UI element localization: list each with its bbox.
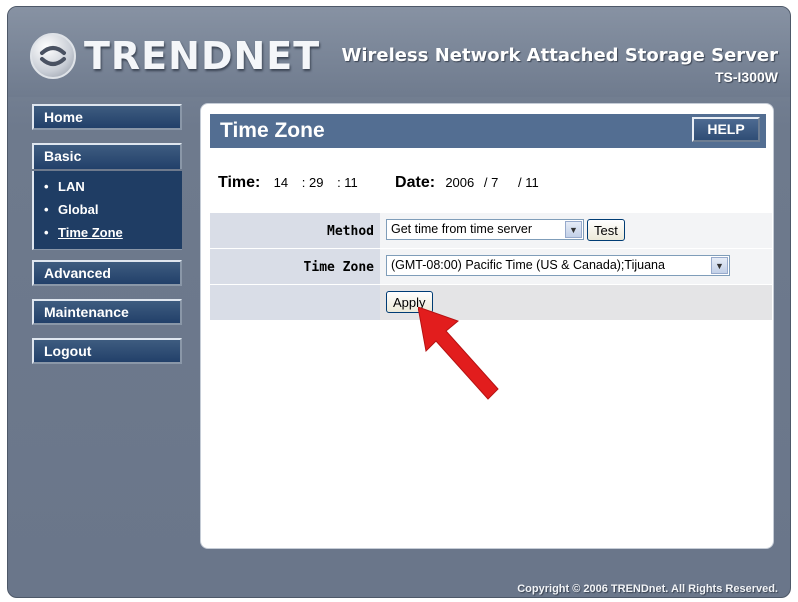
panel-header: Time Zone HELP [210,114,766,148]
header: TRENDNET Wireless Network Attached Stora… [8,7,790,97]
nav-maintenance-button[interactable]: Maintenance [32,299,182,325]
page-title: Time Zone [220,119,325,142]
method-label: Method [210,213,380,248]
method-value: Get time from time server [391,222,532,236]
date-year: 2006 [445,175,475,190]
date-label: Date: [395,174,436,191]
chevron-down-icon: ▼ [711,257,728,274]
timezone-select[interactable]: (GMT-08:00) Pacific Time (US & Canada);T… [386,255,730,276]
nav-logout-button[interactable]: Logout [32,338,182,364]
product-title: Wireless Network Attached Storage Server [341,45,778,66]
sidebar-item-label: Time Zone [58,225,123,240]
nav-advanced-button[interactable]: Advanced [32,260,182,286]
timezone-label: Time Zone [210,249,380,284]
logo-text: TRENDNET [84,34,321,78]
help-button[interactable]: HELP [692,117,760,142]
app-frame: TRENDNET Wireless Network Attached Stora… [7,6,791,598]
date-month: 7 [491,175,499,190]
time-minute: 29 [308,175,324,190]
time-date-row: Time: 14 : 29 : 11 Date: 2006 / 7 / 11 [218,174,539,191]
trendnet-logo-icon [30,33,76,79]
time-second: 11 [344,175,358,190]
nav-home-button[interactable]: Home [32,104,182,130]
test-button[interactable]: Test [587,219,625,241]
method-row: Method Get time from time server ▼ Test [210,212,772,248]
timezone-row: Time Zone (GMT-08:00) Pacific Time (US &… [210,248,772,284]
sidebar-item-label: Global [58,202,99,217]
sidebar-item-lan[interactable]: • LAN [44,179,182,202]
sidebar-item-global[interactable]: • Global [44,202,182,225]
sidebar-item-label: LAN [58,179,85,194]
settings-form: Method Get time from time server ▼ Test … [210,212,772,320]
nav-basic-button[interactable]: Basic [32,143,182,169]
basic-submenu: • LAN • Global • Time Zone [32,171,182,250]
chevron-down-icon: ▼ [565,221,582,238]
method-select[interactable]: Get time from time server ▼ [386,219,584,240]
apply-row-label [210,285,380,320]
copyright-footer: Copyright © 2006 TRENDnet. All Rights Re… [517,583,778,595]
time-hour: 14 [273,175,289,190]
logo: TRENDNET [30,33,320,79]
date-day: 11 [525,175,539,190]
model-name: TS-I300W [714,69,778,85]
annotation-arrow-icon [418,307,499,400]
sidebar-item-time-zone[interactable]: • Time Zone [44,225,182,248]
time-label: Time: [218,174,261,191]
timezone-value: (GMT-08:00) Pacific Time (US & Canada);T… [391,258,665,272]
